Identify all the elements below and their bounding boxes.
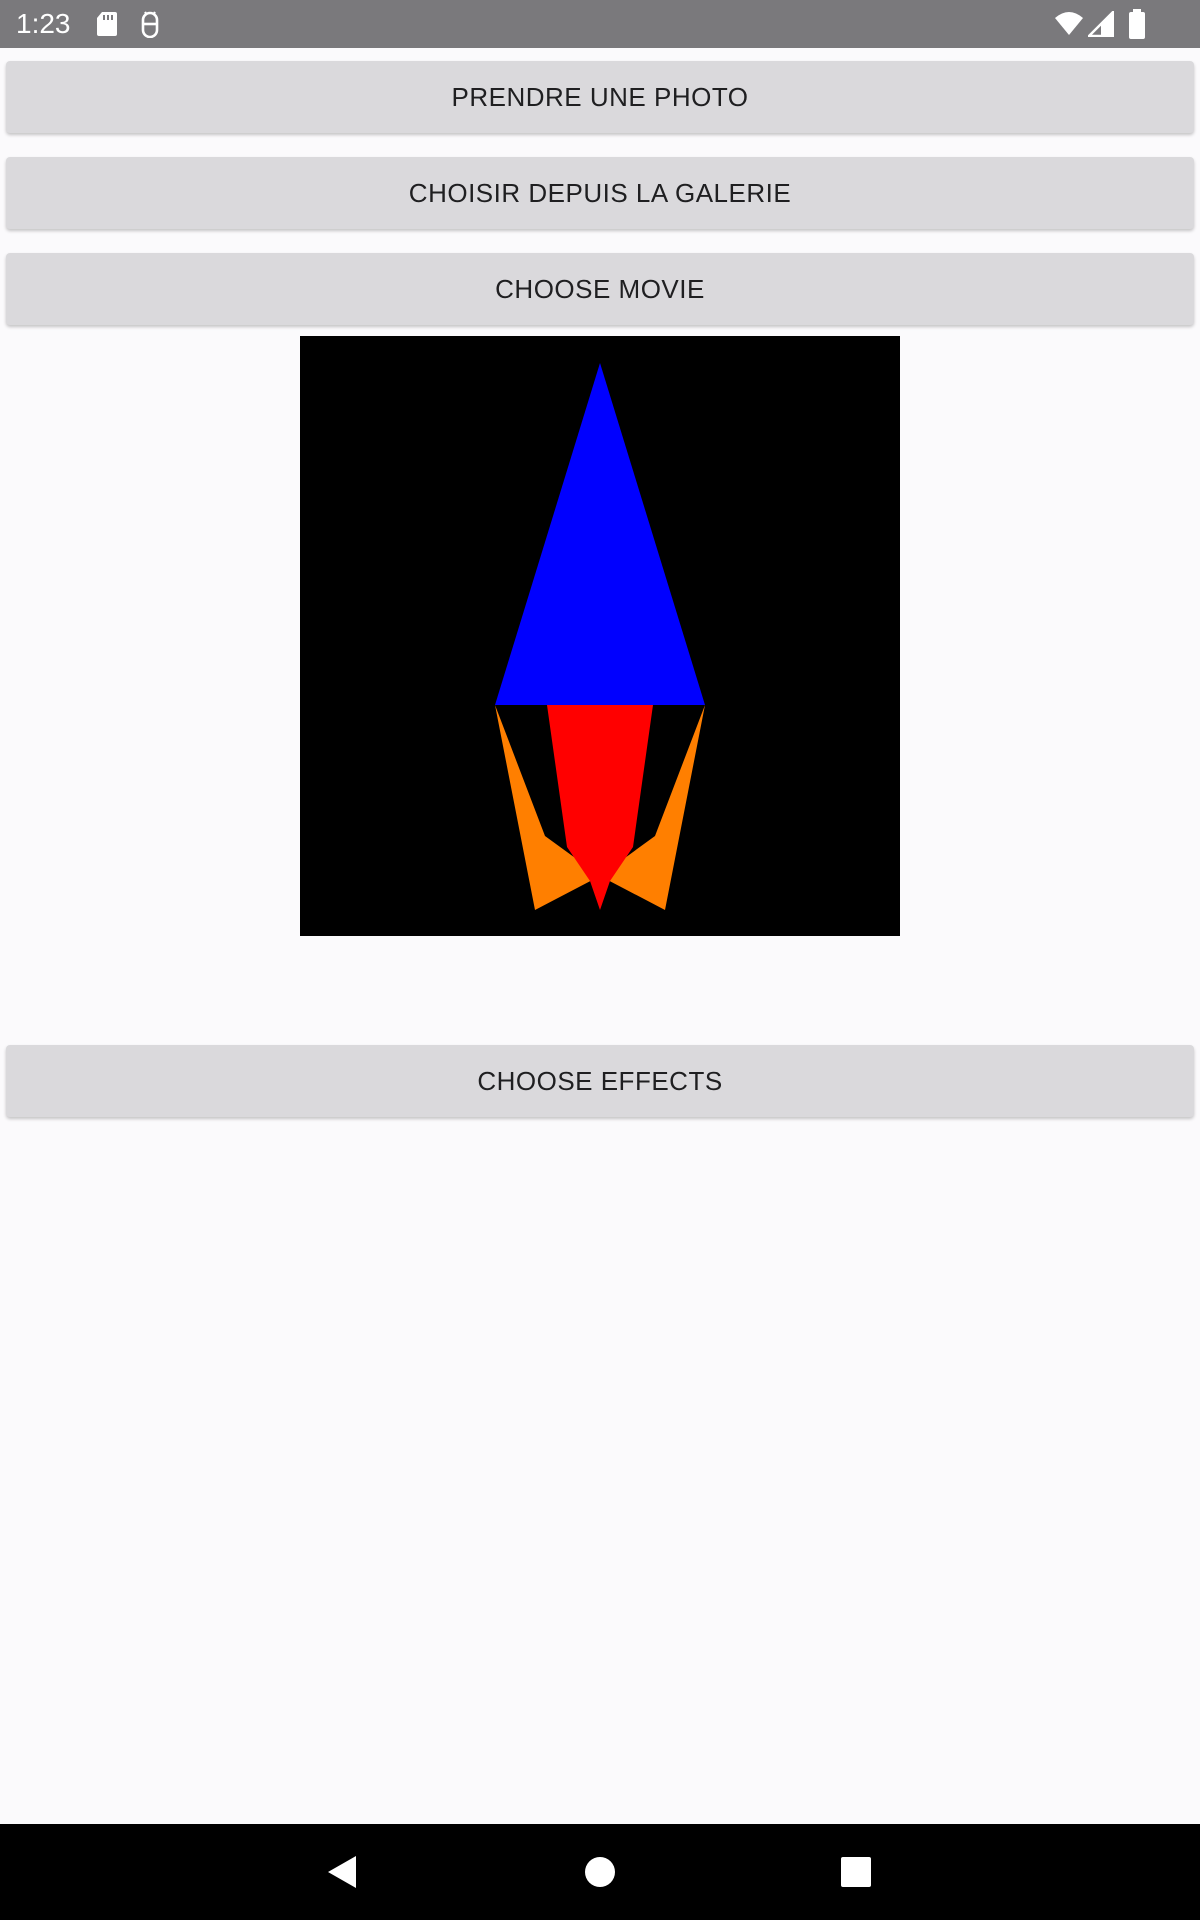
choose-effects-button[interactable]: CHOOSE EFFECTS xyxy=(6,1045,1194,1117)
cellular-signal-icon xyxy=(1086,9,1115,42)
sd-card-icon xyxy=(96,10,118,43)
status-time: 1:23 xyxy=(16,8,71,39)
screen: 1:23 PRENDRE UNE PHOTO CHOISIR DEPUIS LA… xyxy=(0,0,1200,1920)
battery-icon xyxy=(1128,9,1146,44)
image-preview xyxy=(300,336,900,936)
navigation-bar xyxy=(0,1824,1200,1920)
rocket-image xyxy=(300,336,900,936)
home-icon xyxy=(585,1857,615,1887)
status-bar: 1:23 xyxy=(0,0,1200,48)
wifi-icon xyxy=(1054,10,1084,41)
recents-button[interactable] xyxy=(808,1824,904,1920)
take-photo-button[interactable]: PRENDRE UNE PHOTO xyxy=(6,61,1194,133)
choose-gallery-button[interactable]: CHOISIR DEPUIS LA GALERIE xyxy=(6,157,1194,229)
recents-icon xyxy=(841,1857,871,1887)
choose-movie-button[interactable]: CHOOSE MOVIE xyxy=(6,253,1194,325)
back-button[interactable] xyxy=(294,1824,390,1920)
android-debug-icon xyxy=(138,10,162,43)
home-button[interactable] xyxy=(552,1824,648,1920)
back-icon xyxy=(328,1856,356,1888)
